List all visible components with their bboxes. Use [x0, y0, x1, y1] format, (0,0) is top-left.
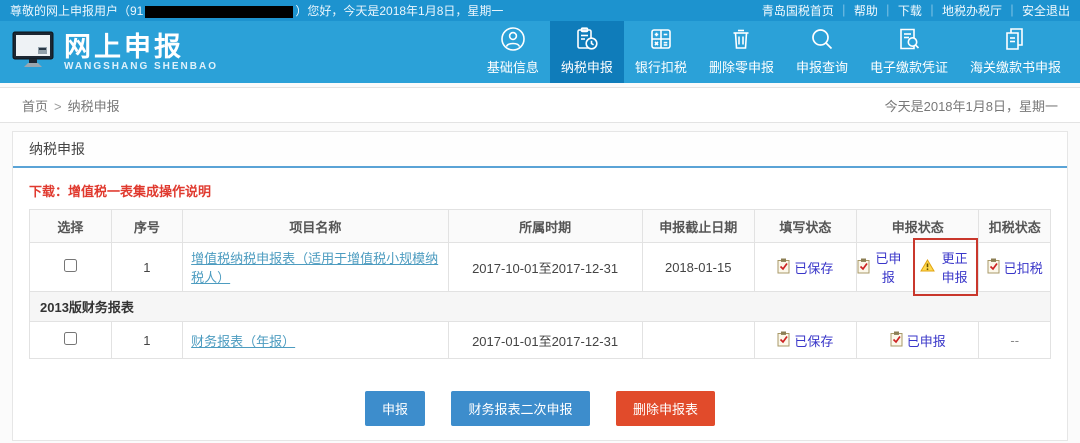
nav-label: 纳税申报: [560, 60, 613, 75]
declare-status: 已申报 更正申报: [857, 238, 979, 296]
action-buttons: 申报 财务报表二次申报 删除申报表: [13, 391, 1067, 426]
app-title: 网上申报: [64, 31, 184, 62]
breadcrumb-separator: >: [54, 98, 62, 114]
row-checkbox-financial[interactable]: [63, 332, 77, 345]
nav-label: 基础信息: [486, 60, 539, 75]
group-header-label: 2013版财务报表: [29, 291, 1051, 322]
clipboard-check-icon: [987, 258, 1000, 277]
col-header-deduct-status: 扣税状态: [978, 209, 1051, 243]
correction-annotation-box: 更正申报: [912, 238, 979, 296]
nav-label: 删除零申报: [708, 60, 774, 75]
period-cell: 2017-01-01至2017-12-31: [447, 321, 643, 359]
deadline-cell: [641, 321, 755, 359]
fill-status: 已保存: [777, 258, 833, 277]
col-header-seq: 序号: [110, 209, 184, 243]
link-safe-logout[interactable]: 安全退出: [1022, 4, 1070, 18]
user-greeting: 尊敬的网上申报用户（91 ）您好，今天是2018年1月8日，星期一: [10, 2, 503, 19]
table-row-vat: 1 增值税纳税申报表（适用于增值税小规模纳税人） 2017-10-01至2017…: [29, 238, 1051, 296]
nav-label: 电子缴款凭证: [869, 60, 948, 75]
table-row-financial-statement: 1 财务报表（年报） 2017-01-01至2017-12-31 已保存 已申报…: [29, 321, 1051, 359]
col-header-select: 选择: [29, 209, 112, 243]
warning-icon: [919, 259, 935, 275]
nav-label: 银行扣税: [634, 60, 687, 75]
nav-item-bank-deduction[interactable]: 银行扣税: [624, 21, 698, 83]
calculator-icon: [648, 26, 674, 52]
header: 网上申报 WANGSHANG SHENBAO 基础信息 纳税申报 银行扣税 删除…: [0, 21, 1080, 83]
logo-text: 网上申报 WANGSHANG SHENBAO: [64, 33, 218, 72]
clipboard-clock-icon: [574, 26, 600, 52]
document-search-icon: [896, 26, 922, 52]
documents-icon: [1002, 26, 1028, 52]
trash-icon: [728, 26, 754, 52]
fill-status: 已保存: [777, 331, 833, 350]
table-group-header-row: 2013版财务报表: [29, 291, 1051, 322]
topbar-links: 青岛国税首页｜帮助｜下载｜地税办税厅｜安全退出: [762, 2, 1070, 19]
clipboard-check-icon: [890, 331, 903, 350]
breadcrumb: 首页 > 纳税申报: [22, 96, 120, 115]
deduct-status-empty: --: [1010, 332, 1020, 348]
financial-second-declare-button[interactable]: 财务报表二次申报: [451, 391, 590, 426]
nav-item-basic-info[interactable]: 基础信息: [476, 21, 550, 83]
download-row: 下载：增值税一表集成操作说明: [13, 168, 1067, 207]
declaration-table: 选择 序号 项目名称 所属时期 申报截止日期 填写状态 申报状态 扣税状态 1 …: [29, 209, 1051, 359]
app-subtitle: WANGSHANG SHENBAO: [64, 60, 219, 72]
seq-cell: 1: [110, 242, 184, 292]
user-circle-icon: [500, 26, 526, 52]
nav-item-tax-declaration[interactable]: 纳税申报: [549, 21, 624, 83]
saved-status-link[interactable]: 已保存: [794, 331, 833, 350]
today-date: 今天是2018年1月8日，星期一: [884, 98, 1058, 114]
vat-return-link[interactable]: 增值税纳税申报表（适用于增值税小规模纳税人）: [191, 251, 438, 285]
vat-guide-download-link[interactable]: 下载：增值税一表集成操作说明: [29, 184, 211, 199]
link-qingdao-home[interactable]: 青岛国税首页: [762, 4, 834, 18]
declare-button[interactable]: 申报: [365, 391, 426, 426]
link-local-tax-hall[interactable]: 地税办税厅: [942, 4, 1002, 18]
deduct-status: 已扣税: [987, 258, 1043, 277]
clipboard-check-icon: [777, 258, 790, 277]
financial-report-link[interactable]: 财务报表（年报）: [191, 334, 295, 349]
separator: ｜: [881, 4, 894, 18]
col-header-period: 所属时期: [447, 209, 643, 243]
breadcrumb-home-link[interactable]: 首页: [22, 99, 48, 114]
topbar: 尊敬的网上申报用户（91 ）您好，今天是2018年1月8日，星期一 青岛国税首页｜…: [0, 0, 1080, 21]
redacted-taxpayer-id: [145, 5, 294, 18]
deducted-status-link[interactable]: 已扣税: [1004, 258, 1043, 277]
col-header-deadline: 申报截止日期: [641, 209, 755, 243]
deadline-cell: 2018-01-15: [641, 242, 755, 292]
greeting-prefix: 尊敬的网上申报用户（91: [10, 4, 144, 18]
separator: ｜: [925, 4, 938, 18]
search-icon: [809, 26, 835, 52]
greeting-suffix: ）您好，今天是2018年1月8日，星期一: [295, 4, 504, 18]
tax-declaration-panel: 纳税申报 下载：增值税一表集成操作说明 选择 序号 项目名称 所属时期 申报截止…: [12, 131, 1068, 441]
link-help[interactable]: 帮助: [854, 4, 878, 18]
nav-label: 申报查询: [795, 60, 848, 75]
correction-declaration-link[interactable]: 更正申报: [938, 248, 972, 286]
declared-status-link[interactable]: 已申报: [907, 331, 946, 350]
clipboard-check-icon: [777, 331, 790, 350]
nav-item-delete-zero-declaration[interactable]: 删除零申报: [698, 21, 785, 83]
col-header-item-name: 项目名称: [182, 209, 449, 243]
delete-declaration-button[interactable]: 删除申报表: [615, 391, 715, 426]
nav-label: 海关缴款书申报: [969, 60, 1061, 75]
link-download[interactable]: 下载: [898, 4, 922, 18]
panel-title: 纳税申报: [13, 132, 1067, 168]
separator: ｜: [837, 4, 850, 18]
monitor-icon: [12, 31, 54, 74]
nav-item-declaration-query[interactable]: 申报查询: [785, 21, 859, 83]
breadcrumb-bar: 首页 > 纳税申报 今天是2018年1月8日，星期一: [0, 87, 1080, 123]
nav-item-electronic-payment-voucher[interactable]: 电子缴款凭证: [859, 21, 959, 83]
app-logo: 网上申报 WANGSHANG SHENBAO: [12, 21, 218, 83]
nav-item-customs-payment-declaration[interactable]: 海关缴款书申报: [959, 21, 1072, 83]
table-header-row: 选择 序号 项目名称 所属时期 申报截止日期 填写状态 申报状态 扣税状态: [29, 209, 1051, 243]
separator: ｜: [1005, 4, 1018, 18]
period-cell: 2017-10-01至2017-12-31: [447, 242, 643, 292]
seq-cell: 1: [110, 321, 184, 359]
saved-status-link[interactable]: 已保存: [794, 258, 833, 277]
breadcrumb-current: 纳税申报: [67, 98, 120, 114]
declared-status-link[interactable]: 已申报: [874, 248, 903, 286]
clipboard-check-icon: [857, 258, 870, 277]
main-nav: 基础信息 纳税申报 银行扣税 删除零申报 申报查询 电子缴款凭证 海关缴款书申报: [476, 21, 1072, 83]
row-checkbox-vat[interactable]: [63, 259, 77, 272]
declare-status: 已申报: [890, 331, 946, 350]
col-header-fill-status: 填写状态: [753, 209, 857, 243]
